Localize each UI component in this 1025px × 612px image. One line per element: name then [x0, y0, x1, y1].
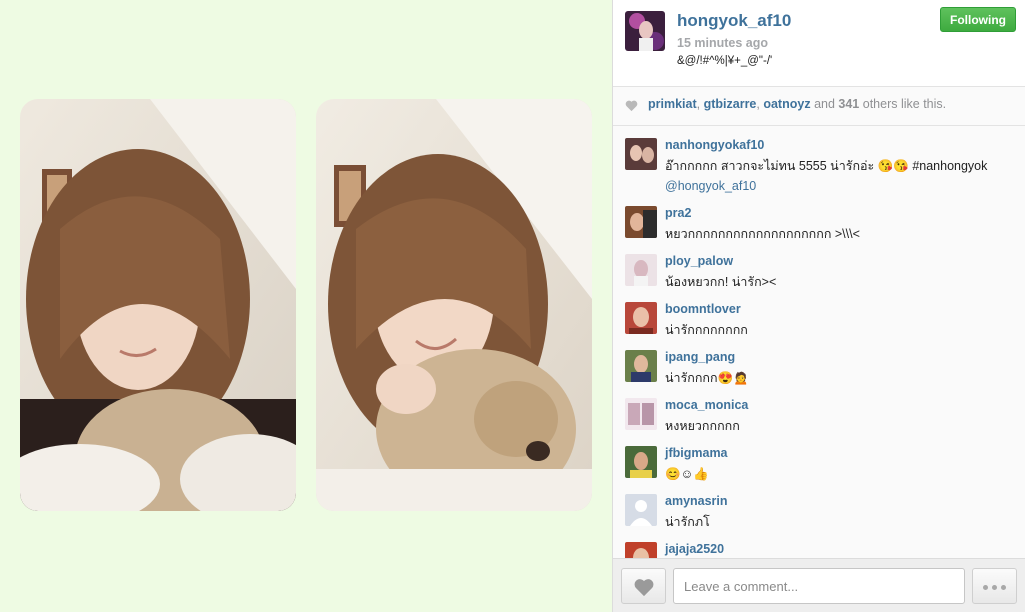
comment-text: อ๊ากกกกก สาวกจะไม่ทน 5555 น่ารักอ่ะ 😘😘 #…	[665, 159, 988, 193]
commenter-username[interactable]: ploy_palow	[665, 254, 733, 268]
commenter-username[interactable]: boomntlover	[665, 302, 741, 316]
more-options-button[interactable]	[972, 568, 1017, 604]
comment-text: หงหยวกกกกก	[665, 419, 740, 433]
post-caption: &@/!#^%|¥+_@"-/'	[677, 55, 773, 67]
comment-footer	[613, 558, 1025, 612]
comment-text: น่ารักกกก😍🙍	[665, 371, 749, 385]
comment-text: น่ารักกกกกกกก	[665, 323, 748, 337]
owner-username[interactable]: hongyok_af10	[677, 11, 791, 31]
post-timestamp[interactable]: 15 minutes ago	[677, 36, 768, 50]
comment-text: น่ารักภโ	[665, 515, 710, 529]
likes-suffix: others like this.	[862, 97, 947, 111]
likes-summary: primkiat, gtbizarre, oatnoyz and 341 oth…	[648, 97, 947, 111]
heart-icon	[634, 579, 654, 597]
commenter-avatar[interactable]	[625, 542, 657, 558]
mention-link[interactable]: @hongyok_af10	[665, 179, 756, 193]
comment-list: nanhongyokaf10 อ๊ากกกกก สาวกจะไม่ทน 5555…	[613, 126, 1025, 558]
ellipsis-icon	[1001, 585, 1006, 590]
heart-icon	[625, 100, 638, 112]
post-photo-right[interactable]	[316, 99, 592, 511]
like-button[interactable]	[621, 568, 666, 604]
comment-input[interactable]	[673, 568, 965, 604]
commenter-avatar[interactable]	[625, 138, 657, 170]
liker-link[interactable]: oatnoyz	[763, 97, 810, 111]
comment-text: น้องหยวกก! น่ารัก><	[665, 275, 777, 289]
commenter-username[interactable]: amynasrin	[665, 494, 728, 508]
likes-and: and	[814, 97, 835, 111]
commenter-username[interactable]: ipang_pang	[665, 350, 735, 364]
photo-pane	[0, 0, 612, 612]
commenter-avatar[interactable]	[625, 398, 657, 430]
likes-count[interactable]: 341	[838, 97, 859, 111]
following-button[interactable]: Following	[940, 7, 1016, 32]
liker-link[interactable]: gtbizarre	[704, 97, 757, 111]
commenter-avatar[interactable]	[625, 206, 657, 238]
commenter-avatar[interactable]	[625, 350, 657, 382]
commenter-avatar[interactable]	[625, 446, 657, 478]
commenter-avatar[interactable]	[625, 302, 657, 334]
commenter-username[interactable]: nanhongyokaf10	[665, 138, 764, 152]
ellipsis-icon	[992, 585, 997, 590]
post-photo-left[interactable]	[20, 99, 296, 511]
commenter-username[interactable]: moca_monica	[665, 398, 748, 412]
default-avatar-icon[interactable]	[625, 494, 657, 526]
owner-avatar[interactable]	[625, 11, 665, 51]
ellipsis-icon	[983, 585, 988, 590]
commenter-avatar[interactable]	[625, 254, 657, 286]
commenter-username[interactable]: jajaja2520	[665, 542, 724, 556]
comment-text: หยวกกกกกกกกกกกกกกกกกกก >\\\<	[665, 227, 860, 241]
commenter-username[interactable]: pra2	[665, 206, 691, 220]
post-sidebar: hongyok_af10 15 minutes ago &@/!#^%|¥+_@…	[612, 0, 1025, 612]
liker-link[interactable]: primkiat	[648, 97, 697, 111]
comment-text: 😊☺👍	[665, 467, 709, 481]
commenter-username[interactable]: jfbigmama	[665, 446, 728, 460]
post-header: hongyok_af10 15 minutes ago &@/!#^%|¥+_@…	[613, 0, 1025, 87]
likes-bar: primkiat, gtbizarre, oatnoyz and 341 oth…	[613, 87, 1025, 126]
